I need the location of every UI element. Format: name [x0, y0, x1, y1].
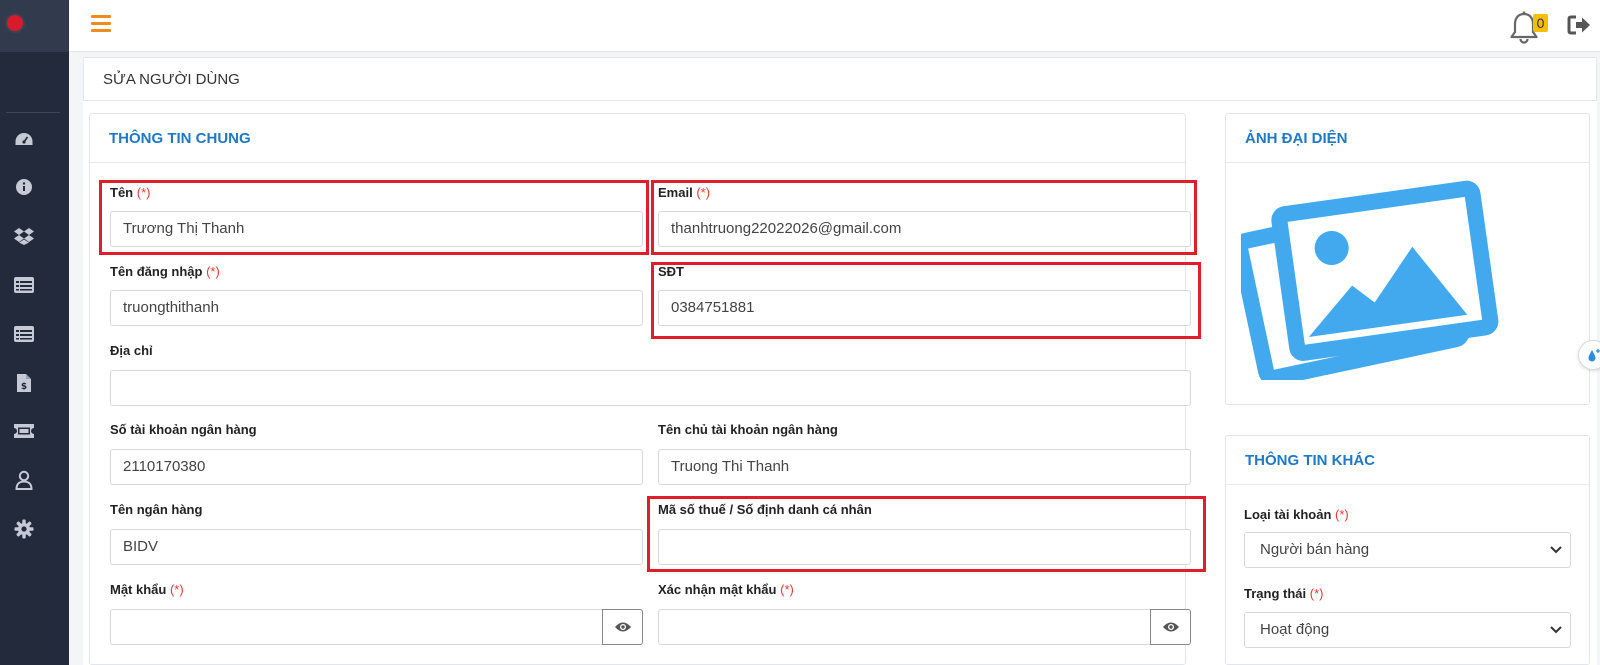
bank-account-label: Số tài khoản ngân hàng: [110, 422, 257, 437]
email-label: Email (*): [658, 185, 711, 200]
email-input[interactable]: thanhtruong22022026@gmail.com: [658, 211, 1191, 247]
card-divider: [90, 162, 1185, 163]
username-label: Tên đăng nhập (*): [110, 264, 220, 279]
general-info-title: THÔNG TIN CHUNG: [109, 130, 251, 147]
toggle-confirm-password-button[interactable]: [1150, 609, 1191, 645]
floating-help-button[interactable]: [1578, 340, 1600, 370]
status-label: Trạng thái (*): [1244, 586, 1324, 601]
water-drop-icon: [1588, 349, 1600, 362]
account-type-value: Người bán hàng: [1260, 541, 1370, 558]
logout-icon[interactable]: [1567, 14, 1591, 36]
account-type-select[interactable]: Người bán hàng: [1244, 532, 1571, 568]
tax-id-label: Mã số thuế / Số định danh cá nhân: [658, 502, 872, 517]
page-header: SỬA NGƯỜI DÙNG: [83, 57, 1597, 101]
info-icon[interactable]: [12, 175, 36, 199]
logo-icon: [5, 13, 25, 33]
tax-id-input[interactable]: [658, 529, 1191, 565]
phone-label: SĐT: [658, 264, 684, 279]
phone-input[interactable]: 0384751881: [658, 290, 1191, 326]
notification-bell[interactable]: 0: [1509, 10, 1548, 44]
password-label: Mật khẩu (*): [110, 582, 184, 597]
chevron-down-icon: [1550, 546, 1562, 554]
card-divider: [1226, 162, 1589, 163]
invoice-icon[interactable]: $: [12, 371, 36, 395]
table-icon[interactable]: [12, 322, 36, 346]
eye-icon: [614, 622, 631, 632]
logo-area[interactable]: [0, 0, 69, 52]
eye-icon: [1162, 622, 1179, 632]
avatar-card: ẢNH ĐẠI DIỆN: [1225, 113, 1590, 405]
chevron-down-icon: [1550, 626, 1562, 634]
name-input[interactable]: Trương Thị Thanh: [110, 211, 643, 247]
svg-text:$: $: [21, 382, 27, 392]
avatar-title: ẢNH ĐẠI DIỆN: [1245, 130, 1348, 147]
dropbox-icon[interactable]: [12, 224, 36, 248]
hamburger-icon[interactable]: [91, 15, 111, 33]
sidebar: $: [0, 0, 69, 665]
confirm-password-input[interactable]: [658, 609, 1151, 645]
status-value: Hoạt động: [1260, 621, 1330, 638]
top-bar: 0: [69, 0, 1600, 52]
address-input[interactable]: [110, 370, 1191, 406]
status-select[interactable]: Hoạt động: [1244, 612, 1571, 648]
other-info-title: THÔNG TIN KHÁC: [1245, 452, 1375, 469]
sidebar-divider: [6, 112, 60, 113]
bank-name-input[interactable]: BIDV: [110, 529, 643, 565]
address-label: Địa chỉ: [110, 343, 153, 358]
username-input[interactable]: truongthithanh: [110, 290, 643, 326]
bank-name-label: Tên ngân hàng: [110, 502, 203, 517]
list-icon[interactable]: [12, 273, 36, 297]
name-label: Tên (*): [110, 185, 151, 200]
ticket-icon[interactable]: [12, 419, 36, 443]
account-type-label: Loại tài khoản (*): [1244, 507, 1349, 522]
page-title: SỬA NGƯỜI DÙNG: [103, 71, 240, 88]
bank-account-input[interactable]: 2110170380: [110, 449, 643, 485]
card-divider: [1226, 484, 1589, 485]
bank-holder-input[interactable]: Truong Thi Thanh: [658, 449, 1191, 485]
dashboard-icon[interactable]: [12, 127, 36, 151]
notification-badge: 0: [1533, 14, 1548, 32]
toggle-password-button[interactable]: [602, 609, 643, 645]
user-icon[interactable]: [12, 468, 36, 492]
image-placeholder-icon[interactable]: [1241, 180, 1501, 380]
gear-icon[interactable]: [12, 517, 36, 541]
password-input[interactable]: [110, 609, 603, 645]
confirm-password-label: Xác nhận mật khẩu (*): [658, 582, 794, 597]
bank-holder-label: Tên chủ tài khoản ngân hàng: [658, 422, 838, 437]
